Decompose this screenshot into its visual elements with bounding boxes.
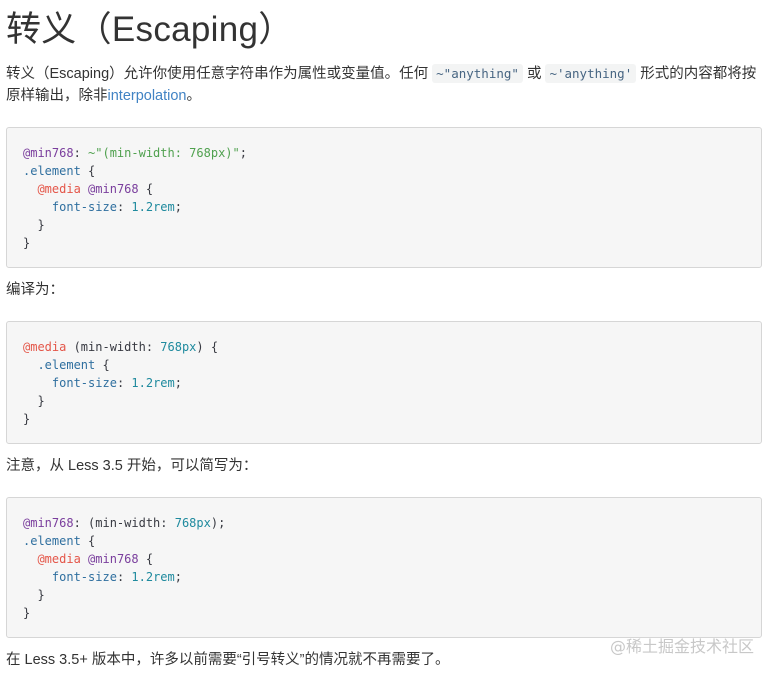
section-heading: 转义（Escaping） <box>6 10 294 49</box>
intro-text-end: 。 <box>186 88 202 104</box>
code-line: } <box>23 606 31 620</box>
code-line: .element { <box>23 164 96 178</box>
code-line: @media @min768 { <box>37 182 154 196</box>
intro-text-or: 或 <box>526 66 542 82</box>
inline-code-single-quote: ~'anything' <box>545 64 637 83</box>
code-line: font-size: 1.2rem; <box>51 570 182 584</box>
code-block-escaping[interactable]: @min768: ~"(min-width: 768px)"; .element… <box>6 127 762 268</box>
code-line: font-size: 1.2rem; <box>51 200 182 214</box>
code-line: @media @min768 { <box>37 552 154 566</box>
intro-paragraph: 转义（Escaping）允许你使用任意字符串作为属性或变量值。任何 ~"anyth… <box>6 63 764 107</box>
code-line: font-size: 1.2rem; <box>51 376 182 390</box>
code-line: .element { <box>37 358 110 372</box>
code-line: } <box>23 412 31 426</box>
interpolation-link[interactable]: interpolation <box>108 88 187 104</box>
compiled-to-paragraph: 编译为： <box>6 282 64 298</box>
shorthand-note-paragraph: 注意，从 Less 3.5 开始，可以简写为： <box>6 458 258 474</box>
intro-text-before: 转义（Escaping）允许你使用任意字符串作为属性或变量值。任何 <box>6 66 429 82</box>
code-line: @min768: (min-width: 768px); <box>23 516 226 530</box>
code-line: } <box>23 394 45 408</box>
site-watermark: @稀土掘金技术社区 <box>609 637 754 656</box>
code-line: } <box>23 236 31 250</box>
code-line: } <box>23 588 45 602</box>
code-block-compiled[interactable]: @media (min-width: 768px) { .element { f… <box>6 321 762 444</box>
code-block-shorthand[interactable]: @min768: (min-width: 768px); .element { … <box>6 497 762 638</box>
code-line: } <box>23 218 45 232</box>
inline-code-double-quote: ~"anything" <box>432 64 523 83</box>
code-line: @media (min-width: 768px) { <box>23 340 219 354</box>
code-line: @min768: ~"(min-width: 768px)"; <box>23 146 247 160</box>
code-line: .element { <box>23 534 96 548</box>
